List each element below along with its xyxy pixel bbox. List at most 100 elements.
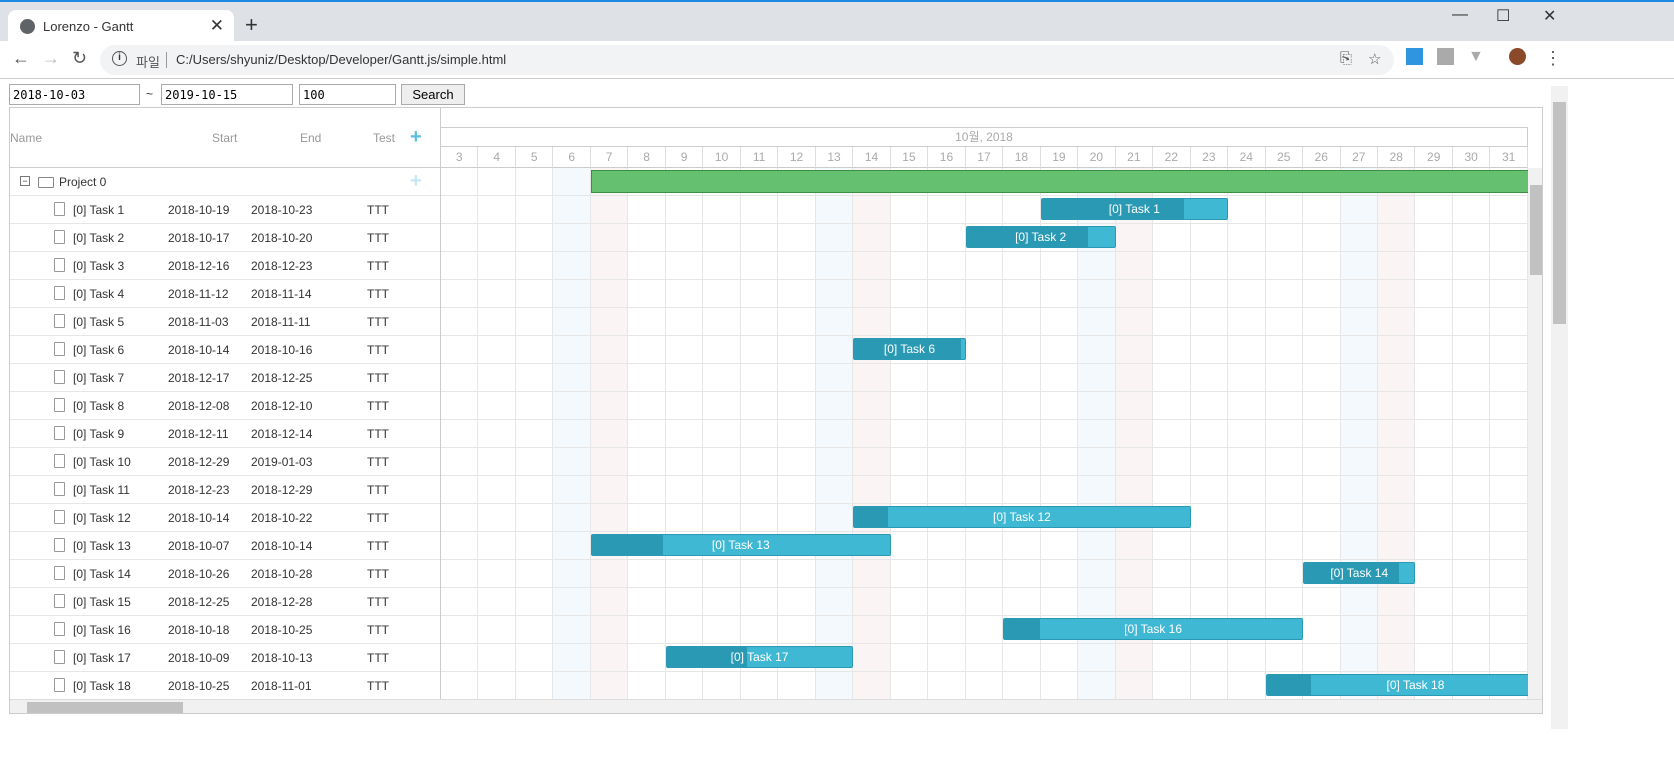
- task-row[interactable]: [0] Task 3 2018-12-16 2018-12-23 TTT: [10, 252, 440, 280]
- task-row[interactable]: [0] Task 10 2018-12-29 2019-01-03 TTT: [10, 448, 440, 476]
- add-task-icon[interactable]: +: [410, 126, 422, 149]
- column-test[interactable]: Test: [373, 131, 395, 145]
- translate-icon[interactable]: ⎘: [1340, 50, 1352, 67]
- task-bar-label: [0] Task 6: [883, 342, 936, 356]
- collapse-icon[interactable]: −: [20, 176, 30, 186]
- task-row[interactable]: [0] Task 16 2018-10-18 2018-10-25 TTT: [10, 616, 440, 644]
- task-row[interactable]: [0] Task 5 2018-11-03 2018-11-11 TTT: [10, 308, 440, 336]
- task-start: 2018-12-23: [168, 483, 230, 497]
- task-bar[interactable]: [0] Task 2: [965, 226, 1116, 248]
- star-icon[interactable]: ☆: [1368, 50, 1381, 68]
- task-start: 2018-12-29: [168, 455, 230, 469]
- task-row[interactable]: [0] Task 7 2018-12-17 2018-12-25 TTT: [10, 364, 440, 392]
- task-row[interactable]: [0] Task 1 2018-10-19 2018-10-23 TTT: [10, 196, 440, 224]
- task-bar[interactable]: [0] Task 1: [1040, 198, 1229, 220]
- scheme-label: 파일: [136, 55, 160, 70]
- day-header: 12: [778, 147, 816, 168]
- task-bar[interactable]: [0] Task 17: [665, 646, 854, 668]
- day-header: 16: [928, 147, 966, 168]
- project-bar[interactable]: [590, 170, 1528, 193]
- task-start: 2018-10-14: [168, 343, 230, 357]
- task-bar[interactable]: [0] Task 13: [590, 534, 891, 556]
- task-name: [0] Task 9: [73, 427, 125, 441]
- reload-icon[interactable]: ↻: [72, 48, 87, 69]
- day-header: 31: [1490, 147, 1528, 168]
- file-icon: [54, 286, 65, 300]
- column-name[interactable]: Name: [10, 131, 42, 145]
- scrollbar-thumb[interactable]: [1530, 185, 1542, 275]
- task-row[interactable]: [0] Task 11 2018-12-23 2018-12-29 TTT: [10, 476, 440, 504]
- count-input[interactable]: [299, 84, 396, 105]
- task-name: [0] Task 13: [73, 539, 131, 553]
- file-icon: [54, 482, 65, 496]
- browser-tab[interactable]: Lorenzo - Gantt ✕: [8, 10, 234, 43]
- download-extension-icon[interactable]: [1406, 48, 1423, 65]
- task-bar[interactable]: [0] Task 14: [1303, 562, 1416, 584]
- vertical-scrollbar[interactable]: [1528, 168, 1542, 699]
- task-row[interactable]: [0] Task 6 2018-10-14 2018-10-16 TTT: [10, 336, 440, 364]
- start-date-input[interactable]: [9, 84, 140, 105]
- menu-icon[interactable]: ⋮: [1544, 48, 1562, 69]
- task-bar[interactable]: [0] Task 6: [853, 338, 966, 360]
- task-row[interactable]: [0] Task 18 2018-10-25 2018-11-01 TTT: [10, 672, 440, 700]
- task-row[interactable]: [0] Task 14 2018-10-26 2018-10-28 TTT: [10, 560, 440, 588]
- horizontal-scrollbar[interactable]: [10, 699, 1542, 713]
- close-tab-icon[interactable]: ✕: [210, 16, 224, 36]
- task-start: 2018-11-12: [168, 287, 229, 301]
- task-test: TTT: [367, 231, 389, 245]
- task-name: [0] Task 8: [73, 399, 125, 413]
- avatar[interactable]: [1509, 48, 1526, 65]
- column-end[interactable]: End: [300, 131, 321, 145]
- task-timeline-row: [441, 252, 1528, 280]
- task-test: TTT: [367, 511, 389, 525]
- file-icon: [54, 510, 65, 524]
- task-timeline-row: [441, 588, 1528, 616]
- task-test: TTT: [367, 203, 389, 217]
- task-row[interactable]: [0] Task 2 2018-10-17 2018-10-20 TTT: [10, 224, 440, 252]
- task-bar-label: [0] Task 14: [1330, 566, 1389, 580]
- new-tab-button[interactable]: +: [245, 12, 258, 38]
- page-scrollbar[interactable]: [1551, 86, 1568, 729]
- task-timeline-row: [441, 448, 1528, 476]
- column-start[interactable]: Start: [212, 131, 237, 145]
- task-bar[interactable]: [0] Task 18: [1265, 674, 1528, 696]
- task-row[interactable]: [0] Task 12 2018-10-14 2018-10-22 TTT: [10, 504, 440, 532]
- task-row[interactable]: [0] Task 13 2018-10-07 2018-10-14 TTT: [10, 532, 440, 560]
- task-row[interactable]: [0] Task 8 2018-12-08 2018-12-10 TTT: [10, 392, 440, 420]
- task-progress: [591, 535, 664, 555]
- project-row[interactable]: − Project 0 +: [10, 168, 440, 196]
- task-name: [0] Task 6: [73, 343, 125, 357]
- back-icon[interactable]: ←: [12, 48, 30, 69]
- day-header: 6: [553, 147, 591, 168]
- forward-icon[interactable]: →: [42, 48, 60, 69]
- info-icon[interactable]: i: [112, 51, 127, 66]
- add-subtask-icon[interactable]: +: [410, 170, 422, 193]
- scrollbar-thumb[interactable]: [27, 702, 183, 713]
- url-text[interactable]: C:/Users/shyuniz/Desktop/Developer/Gantt…: [176, 52, 506, 67]
- vue-extension-icon[interactable]: ▼: [1468, 48, 1485, 65]
- task-bar[interactable]: [0] Task 12: [853, 506, 1191, 528]
- extension-icon[interactable]: [1437, 48, 1454, 65]
- task-name: [0] Task 5: [73, 315, 125, 329]
- file-icon: [54, 594, 65, 608]
- minimize-button[interactable]: —: [1452, 6, 1468, 24]
- task-test: TTT: [367, 371, 389, 385]
- task-bar[interactable]: [0] Task 16: [1003, 618, 1304, 640]
- task-start: 2018-10-18: [168, 623, 230, 637]
- task-row[interactable]: [0] Task 4 2018-11-12 2018-11-14 TTT: [10, 280, 440, 308]
- address-bar[interactable]: i 파일 C:/Users/shyuniz/Desktop/Developer/…: [100, 45, 1394, 75]
- task-end: 2018-10-28: [251, 567, 313, 581]
- end-date-input[interactable]: [161, 84, 293, 105]
- scrollbar-thumb[interactable]: [1553, 102, 1566, 324]
- task-row[interactable]: [0] Task 17 2018-10-09 2018-10-13 TTT: [10, 644, 440, 672]
- browser-toolbar: ← → ↻ i 파일 C:/Users/shyuniz/Desktop/Deve…: [0, 41, 1674, 79]
- task-row[interactable]: [0] Task 15 2018-12-25 2018-12-28 TTT: [10, 588, 440, 616]
- close-window-button[interactable]: ✕: [1543, 6, 1556, 26]
- file-icon: [54, 230, 65, 244]
- maximize-button[interactable]: ☐: [1496, 6, 1510, 26]
- task-timeline-row: [0] Task 14: [441, 560, 1528, 588]
- task-end: 2018-12-14: [251, 427, 313, 441]
- day-header: 17: [965, 147, 1004, 168]
- task-row[interactable]: [0] Task 9 2018-12-11 2018-12-14 TTT: [10, 420, 440, 448]
- search-button[interactable]: Search: [401, 84, 465, 105]
